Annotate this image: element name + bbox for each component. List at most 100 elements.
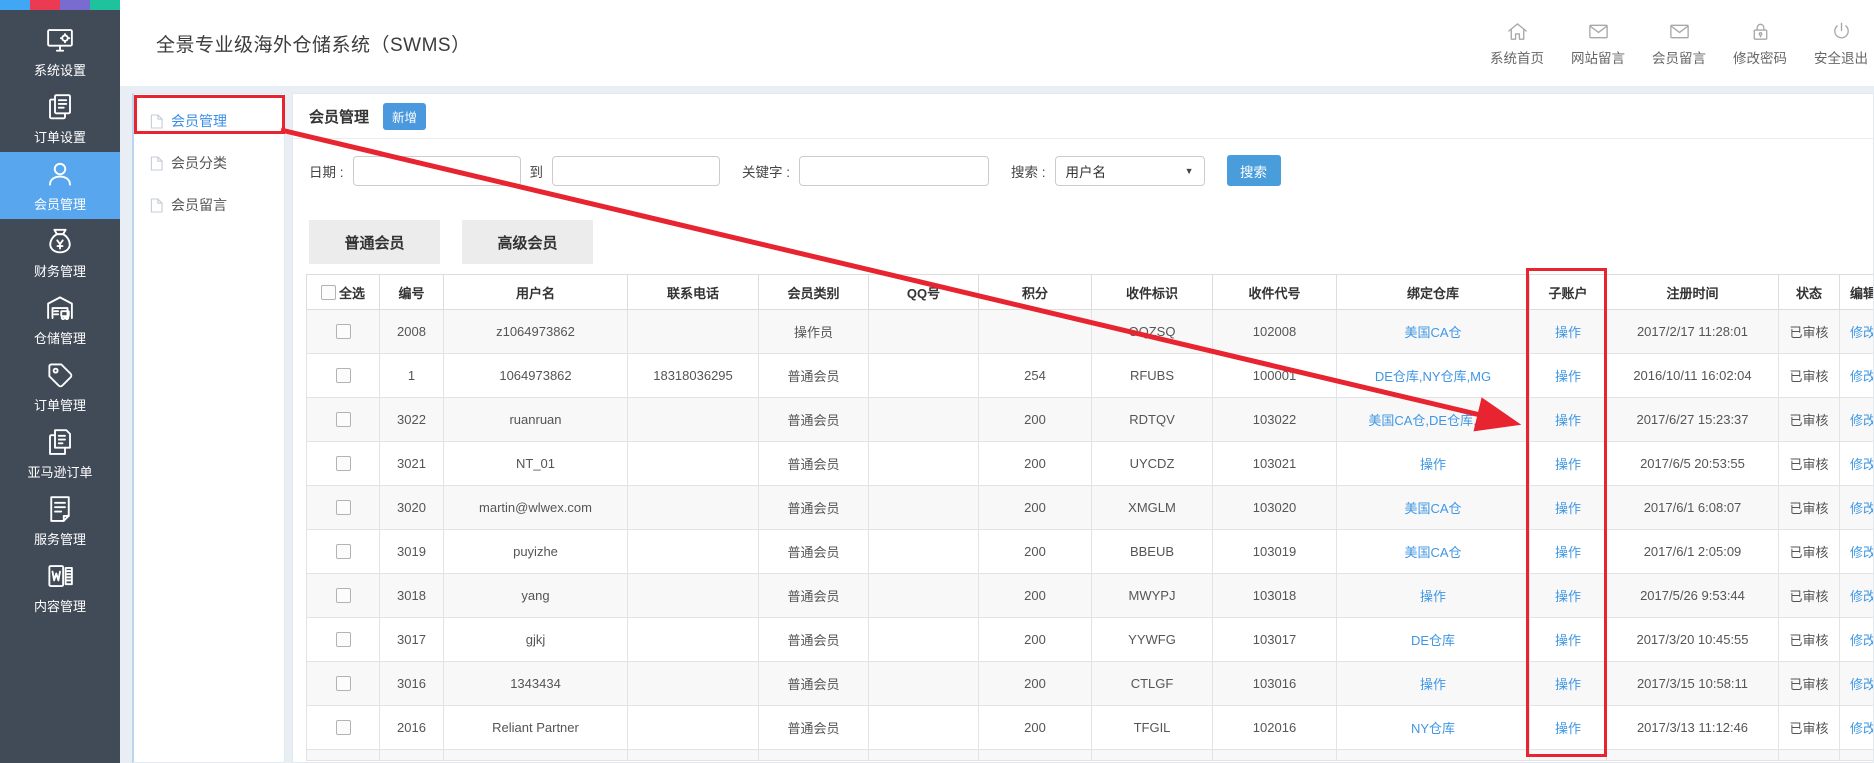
strip-blue xyxy=(0,0,30,10)
warehouse-link[interactable]: 美国CA仓 xyxy=(1404,325,1461,340)
edit-link[interactable]: 修改 xyxy=(1850,413,1874,428)
sub-account-link[interactable]: 操作 xyxy=(1555,413,1581,428)
edit-link[interactable]: 修改 xyxy=(1850,501,1874,516)
row-checkbox[interactable] xyxy=(336,412,351,427)
warehouse-link[interactable]: NY仓库 xyxy=(1411,721,1455,736)
warehouse-link[interactable]: 美国CA仓 xyxy=(1404,545,1461,560)
warehouse-link[interactable]: 操作 xyxy=(1420,677,1446,692)
cell-phone xyxy=(628,310,759,354)
edit-link[interactable]: 修改 xyxy=(1850,721,1874,736)
date-to-input[interactable] xyxy=(552,156,720,186)
row-checkbox[interactable] xyxy=(336,500,351,515)
warehouse-link[interactable]: DE仓库 xyxy=(1411,633,1455,648)
row-checkbox[interactable] xyxy=(336,720,351,735)
search-button[interactable]: 搜索 xyxy=(1227,155,1281,186)
row-checkbox[interactable] xyxy=(336,632,351,647)
topnav-link[interactable]: 修改密码 xyxy=(1733,20,1787,67)
sub-account-link[interactable]: 操作 xyxy=(1555,501,1581,516)
sub-account-link[interactable]: 操作 xyxy=(1555,589,1581,604)
sidebar-item[interactable]: 仓储管理 xyxy=(0,286,120,353)
keyword-input[interactable] xyxy=(799,156,989,186)
cell-reg-time: 2017/6/27 15:23:37 xyxy=(1607,398,1779,442)
cell-phone xyxy=(628,662,759,706)
cell-warehouses: 美国CA仓 xyxy=(1337,310,1530,354)
row-checkbox[interactable] xyxy=(336,588,351,603)
row-checkbox[interactable] xyxy=(336,456,351,471)
sub-account-link[interactable]: 操作 xyxy=(1555,721,1581,736)
edit-link[interactable]: 修改 xyxy=(1850,369,1874,384)
sub-account-link[interactable]: 操作 xyxy=(1555,325,1581,340)
table-row: 2008 z1064973862 操作员 OQZSQ 102008 美国CA仓 … xyxy=(307,310,1874,354)
sub-account-link[interactable]: 操作 xyxy=(1555,545,1581,560)
cell-username: martin@wlwex.com xyxy=(444,486,628,530)
submenu-item[interactable]: 会员留言 xyxy=(134,184,284,226)
cell-phone: 18318036295 xyxy=(628,354,759,398)
sidebar-item[interactable]: 内容管理 xyxy=(0,554,120,621)
date-from-input[interactable] xyxy=(353,156,521,186)
strip-green xyxy=(90,0,120,10)
row-checkbox[interactable] xyxy=(336,676,351,691)
cell-id: 3016 xyxy=(380,662,444,706)
topnav-link[interactable]: 网站留言 xyxy=(1571,20,1625,67)
topnav-link-label: 系统首页 xyxy=(1490,47,1544,67)
row-checkbox[interactable] xyxy=(336,324,351,339)
warehouse-link[interactable]: 操作 xyxy=(1420,589,1446,604)
cell-recipient-code: TFGIL xyxy=(1092,706,1213,750)
file-icon xyxy=(150,156,163,171)
warehouse-link[interactable]: 美国CA仓,DE仓库,MG xyxy=(1368,413,1497,428)
select-all-checkbox[interactable] xyxy=(321,285,336,300)
cell-qq xyxy=(869,662,979,706)
sidebar-item[interactable]: 服务管理 xyxy=(0,487,120,554)
sidebar-item[interactable]: 订单设置 xyxy=(0,85,120,152)
submenu-item-label: 会员分类 xyxy=(171,153,227,173)
cell-status: 已审核 xyxy=(1779,706,1840,750)
sidebar-item[interactable]: 系统设置 xyxy=(0,18,120,85)
edit-link[interactable]: 修改 xyxy=(1850,677,1874,692)
submenu-item[interactable]: 会员分类 xyxy=(134,142,284,184)
table-row: 1 1064973862 18318036295 普通会员 254 RFUBS … xyxy=(307,354,1874,398)
member-type-tabs: 普通会员 高级会员 xyxy=(309,220,1873,264)
member-type-tab[interactable]: 高级会员 xyxy=(462,220,593,264)
add-button[interactable]: 新增 xyxy=(383,103,426,130)
warehouse-link[interactable]: 美国CA仓 xyxy=(1404,501,1461,516)
sub-account-link[interactable]: 操作 xyxy=(1555,457,1581,472)
edit-link[interactable]: 修改 xyxy=(1850,545,1874,560)
cell-select xyxy=(307,310,380,354)
member-type-tab[interactable]: 普通会员 xyxy=(309,220,440,264)
cell-id: 3019 xyxy=(380,530,444,574)
search-type-select[interactable]: 用户名 ▼ xyxy=(1055,156,1205,186)
warehouse-link[interactable]: DE仓库,NY仓库,MG xyxy=(1375,369,1491,384)
topnav-link-label: 安全退出 xyxy=(1814,47,1868,67)
sidebar-item[interactable]: 会员管理 xyxy=(0,152,120,219)
edit-link[interactable]: 修改 xyxy=(1850,589,1874,604)
topnav-link[interactable]: 安全退出 xyxy=(1814,20,1868,67)
tag-icon xyxy=(45,360,75,390)
submenu-item[interactable]: 会员管理 xyxy=(134,100,284,142)
topnav-link[interactable]: 系统首页 xyxy=(1490,20,1544,67)
sidebar-item[interactable]: 订单管理 xyxy=(0,353,120,420)
row-checkbox[interactable] xyxy=(336,368,351,383)
cell-select xyxy=(307,662,380,706)
cell-qq xyxy=(869,618,979,662)
cell-select xyxy=(307,442,380,486)
strip-red xyxy=(30,0,60,10)
sidebar-item[interactable]: 财务管理 xyxy=(0,219,120,286)
sub-account-link[interactable]: 操作 xyxy=(1555,677,1581,692)
row-checkbox[interactable] xyxy=(336,544,351,559)
edit-link[interactable]: 修改 xyxy=(1850,325,1874,340)
topbar: 全景专业级海外仓储系统（SWMS） 系统首页 网站留言 会员留言 xyxy=(120,0,1874,86)
edit-link[interactable]: 修改 xyxy=(1850,633,1874,648)
sidebar-item[interactable]: 亚马逊订单 xyxy=(0,420,120,487)
table-row: 3021 NT_01 普通会员 200 UYCDZ 103021 操作 操作 2… xyxy=(307,442,1874,486)
sub-account-link[interactable]: 操作 xyxy=(1555,369,1581,384)
cell-phone xyxy=(628,486,759,530)
edit-link[interactable]: 修改 xyxy=(1850,457,1874,472)
topnav-link[interactable]: 会员留言 xyxy=(1652,20,1706,67)
strip-purple xyxy=(60,0,90,10)
warehouse-link[interactable]: 操作 xyxy=(1420,457,1446,472)
cell-status: 已审核 xyxy=(1779,354,1840,398)
sub-account-link[interactable]: 操作 xyxy=(1555,633,1581,648)
cell-id: 3017 xyxy=(380,618,444,662)
cell-warehouses: 操作 xyxy=(1337,662,1530,706)
table-row: 3022 ruanruan 普通会员 200 RDTQV 103022 美国CA… xyxy=(307,398,1874,442)
